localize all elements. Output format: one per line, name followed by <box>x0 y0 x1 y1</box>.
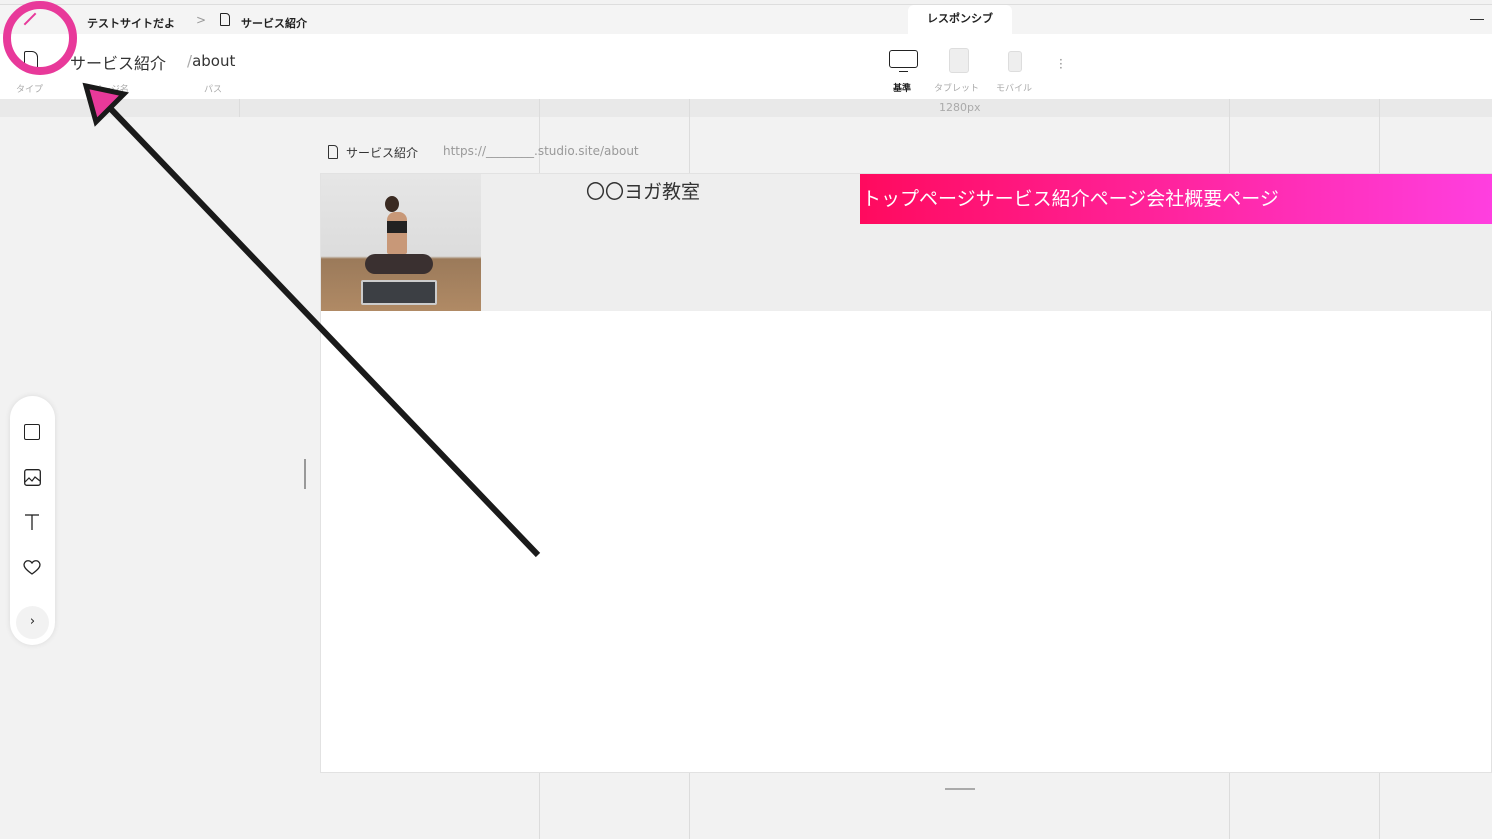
yoga-photo[interactable] <box>321 174 481 311</box>
image-icon[interactable] <box>22 467 42 487</box>
name-label: ページ名 <box>93 85 129 95</box>
tablet-icon <box>949 48 969 73</box>
minimize-icon[interactable] <box>1470 19 1484 20</box>
path-label: パス <box>204 85 223 95</box>
type-label: タイプ <box>16 85 44 95</box>
bottom-resize-handle[interactable] <box>945 788 975 790</box>
nav-menu[interactable]: トップページサービス紹介ページ会社概要ページ <box>860 174 1492 224</box>
mobile-icon <box>1008 51 1022 72</box>
device-mobile[interactable]: モバイル <box>994 48 1038 94</box>
page-header: サービス紹介 /about タイプ ページ名 パス 基準 タブレット モバイル … <box>0 34 1492 99</box>
header-section[interactable]: 〇〇ヨガ教室 トップページサービス紹介ページ会社概要ページ <box>321 174 1492 311</box>
device-desktop[interactable]: 基準 <box>886 48 922 94</box>
page-name[interactable]: サービス紹介 <box>70 50 166 74</box>
chevron-right-icon[interactable]: › <box>16 606 49 639</box>
page-icon <box>220 13 230 26</box>
page-icon <box>328 145 338 159</box>
more-icon[interactable]: · · · <box>1059 54 1063 74</box>
box-icon[interactable] <box>22 422 42 442</box>
desktop-icon <box>889 50 918 68</box>
breadcrumb-page[interactable]: サービス紹介 <box>241 15 307 31</box>
page-type-icon[interactable] <box>24 51 38 69</box>
ruler-width: 1280px <box>939 101 981 114</box>
device-tablet[interactable]: タブレット <box>932 48 986 94</box>
site-title[interactable]: 〇〇ヨガ教室 <box>586 177 700 204</box>
breadcrumb-separator: > <box>196 13 207 27</box>
heart-icon[interactable] <box>22 557 42 577</box>
resize-handle[interactable] <box>304 459 306 489</box>
breadcrumb-site[interactable]: テストサイトだよ <box>87 15 175 31</box>
tab-responsive[interactable]: レスポンシブ <box>908 5 1012 35</box>
page-path[interactable]: /about <box>187 52 235 70</box>
text-icon[interactable] <box>22 512 42 532</box>
tool-palette: › <box>10 396 55 645</box>
page-url[interactable]: https://________.studio.site/about <box>443 144 639 158</box>
page-frame[interactable]: 〇〇ヨガ教室 トップページサービス紹介ページ会社概要ページ <box>320 173 1492 773</box>
ruler: 1280px <box>0 99 1492 117</box>
